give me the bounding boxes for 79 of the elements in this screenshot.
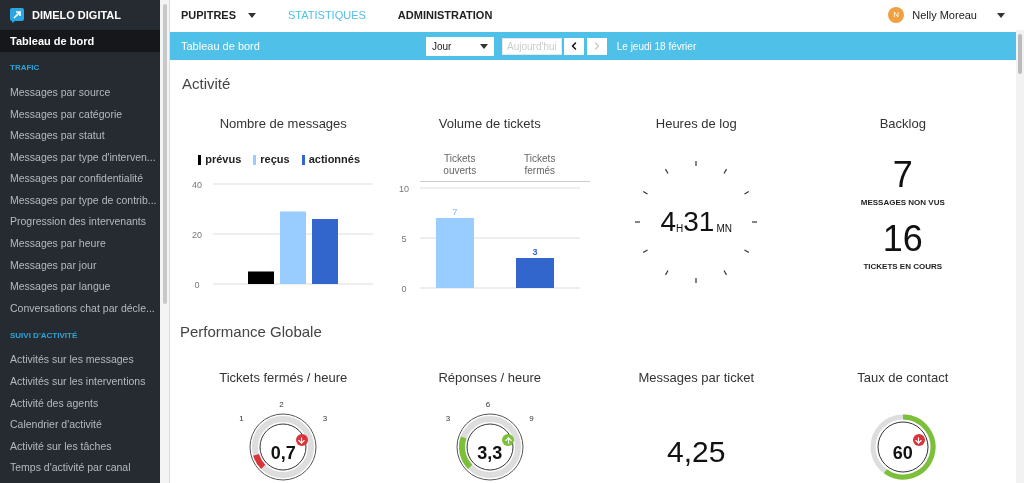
chart-bar <box>435 218 474 288</box>
metric-value: 3,3 <box>477 443 503 463</box>
dial-tick-label: 3 <box>445 415 451 423</box>
metric-value: 0,7 <box>270 443 296 463</box>
sidebar-item[interactable]: Temps d'activité par canal <box>0 457 160 480</box>
previous-button[interactable] <box>563 37 584 55</box>
dial-tick-label: 9 <box>529 415 534 423</box>
axis-label: 40 <box>192 180 203 190</box>
data-label: 7 <box>452 207 458 217</box>
sidebar-item[interactable]: Activités sur les messages <box>0 349 160 372</box>
series-label: Tickets fermés <box>523 153 557 177</box>
sidebar-item[interactable]: Messages par heure <box>0 233 160 255</box>
metric-value: 60 <box>892 443 913 463</box>
brand-name: DIMELO DIGITAL <box>32 7 121 23</box>
caret-icon <box>997 12 1005 18</box>
chart-bar <box>312 219 339 284</box>
chart-title: Nombre de messages <box>219 114 347 133</box>
current-date: Le jeudi 18 février <box>616 39 697 54</box>
hours-unit: H <box>676 224 684 234</box>
sidebar-item[interactable]: Activité sur les tâches <box>0 435 160 458</box>
stat-value: 16 <box>882 217 923 261</box>
series-label: Tickets ouverts <box>442 153 478 177</box>
sidebar-item[interactable]: Tableau de bord <box>0 30 160 52</box>
sidebar-item[interactable]: Activité des agents <box>0 392 160 415</box>
sidebar-item[interactable]: Conversations chat par décle... <box>0 297 160 320</box>
chart-title: Messages par ticket <box>638 368 755 387</box>
sidebar-item[interactable]: Calendrier d'activité <box>0 414 160 436</box>
chart-bar <box>248 271 275 284</box>
scrollbar-thumb[interactable] <box>1018 34 1022 74</box>
nav-tab[interactable]: ADMINISTRATION <box>397 6 493 24</box>
data-label: 3 <box>532 247 538 257</box>
axis-label: 20 <box>192 230 203 240</box>
section-title: Performance Globale <box>180 322 323 342</box>
stat-label: TICKETS EN COURS <box>863 261 943 273</box>
sidebar-item[interactable]: Messages par type d'interven... <box>0 146 160 169</box>
axis-label: 5 <box>401 234 407 244</box>
metric-value: 4,25 <box>667 435 726 468</box>
sidebar-item[interactable]: Messages par source <box>0 82 160 104</box>
axis-label: 0 <box>401 284 407 294</box>
dial-tick-label: 6 <box>485 401 491 409</box>
legend-item: reçus <box>253 153 290 166</box>
sidebar-item[interactable]: Messages par langue <box>0 276 160 298</box>
stat-label: MESSAGES NON VUS <box>860 197 945 209</box>
dial-tick-label: 1 <box>239 415 244 423</box>
axis-label: 10 <box>398 184 409 194</box>
dial-tick-label: 2 <box>279 401 284 409</box>
dial-tick-label: 3 <box>322 415 328 423</box>
chart-title: Réponses / heure <box>438 368 542 387</box>
sidebar-item[interactable]: Messages par jour <box>0 254 160 277</box>
stat-value: 7 <box>892 153 913 197</box>
sidebar-section-title: TRAFIC <box>9 62 41 74</box>
sidebar-section-title: SUIVI D'ACTIVITÉ <box>9 329 79 342</box>
sidebar-item[interactable]: Messages par statut <box>0 125 160 147</box>
hours-value: 4 <box>660 208 677 236</box>
legend-item: prévus <box>198 153 242 166</box>
logo-icon <box>10 7 24 23</box>
chart-title: Tickets fermés / heure <box>219 368 348 387</box>
user-name[interactable]: Nelly Moreau <box>912 6 977 24</box>
section-title: Activité <box>182 74 232 94</box>
chart-title: Heures de log <box>655 114 737 133</box>
nav-tab[interactable]: PUPITRES <box>181 6 256 24</box>
sidebar-item[interactable]: Activités sur les interventions <box>0 371 160 393</box>
scrollbar-thumb[interactable] <box>162 4 167 304</box>
chart-title: Volume de tickets <box>438 114 541 133</box>
sidebar-item[interactable]: Messages par type de contrib... <box>0 189 160 212</box>
period-select[interactable]: Jour <box>426 36 494 56</box>
minutes-unit: MN <box>716 224 732 234</box>
chart-bar <box>515 258 554 288</box>
minutes-value: 31 <box>683 208 715 236</box>
page-title: Tableau de bord <box>181 38 261 54</box>
sidebar-item[interactable]: Progression des intervenants <box>0 211 160 234</box>
legend-item: actionnés <box>301 153 361 166</box>
sidebar-item[interactable]: Messages par catégorie <box>0 103 160 126</box>
axis-label: 0 <box>194 280 200 290</box>
chart-title: Taux de contact <box>857 368 949 387</box>
sidebar-item[interactable]: Messages par confidentialité <box>0 168 160 190</box>
chart-title: Backlog <box>879 114 926 133</box>
user-avatar: N <box>888 7 905 23</box>
caret-icon <box>480 43 488 49</box>
